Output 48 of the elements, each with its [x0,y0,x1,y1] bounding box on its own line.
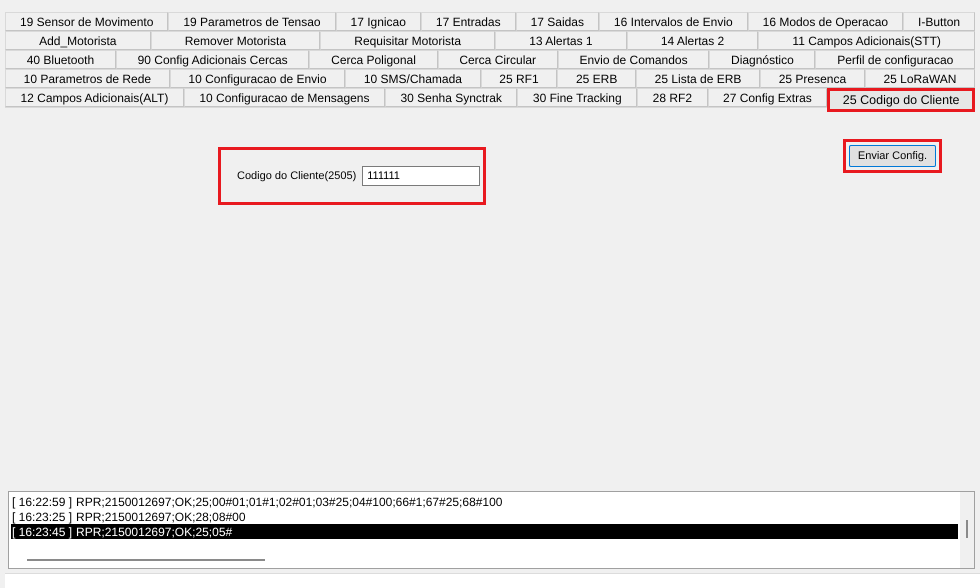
tab[interactable]: 40 Bluetooth [5,50,116,69]
tab[interactable]: Add_Motorista [5,31,151,50]
tab[interactable]: 25 Lista de ERB [636,69,760,88]
tab[interactable]: Envio de Comandos [558,50,710,69]
tab[interactable]: 25 Presenca [760,69,865,88]
log-message: RPR;2150012697;OK;25;00#01;01#1;02#01;03#25;04#100;66#1;67#25;68#100 [76,494,502,508]
log-message: RPR;2150012697;OK;25;05# [76,524,232,538]
tab[interactable]: 17 Entradas [420,12,516,31]
tab[interactable]: 30 Senha Synctrak [385,88,518,107]
tab[interactable]: 14 Alertas 2 [626,31,758,50]
log-message: RPR;2150012697;OK;28;08#00 [76,510,246,524]
tab[interactable]: 25 Codigo do Cliente [827,88,976,112]
tab[interactable]: 25 LoRaWAN [864,69,976,88]
tab[interactable]: 17 Ignicao [336,12,421,31]
client-code-field[interactable]: 111111 [362,166,480,186]
tab[interactable]: Diagnóstico [709,50,816,69]
log-time: [ 16:22:59 ] [12,494,72,508]
field-label: Codigo do Cliente(2505) [237,170,356,182]
tab[interactable]: 10 Parametros de Rede [5,69,170,88]
tab[interactable]: 10 Configuracao de Mensagens [184,88,385,107]
tab[interactable]: 19 Sensor de Movimento [5,12,168,31]
log-time: [ 16:23:45 ] [12,524,72,538]
tab[interactable]: 27 Config Extras [708,88,828,107]
send-config-button[interactable]: Enviar Config. [848,145,936,167]
tab[interactable]: Cerca Poligonal [309,50,438,69]
tab[interactable]: 30 Fine Tracking [517,88,638,107]
tab[interactable]: 28 RF2 [637,88,708,107]
log-time: [ 16:23:25 ] [12,510,72,524]
tab[interactable]: 25 ERB [557,69,636,88]
tab[interactable]: 90 Config Adicionais Cercas [116,50,310,69]
log-row[interactable]: [ 16:23:45 ] RPR;2150012697;OK;25;05# [11,524,958,539]
tab[interactable]: Cerca Circular [438,50,558,69]
tab[interactable]: 19 Parametros de Tensao [168,12,336,31]
tab[interactable]: 10 SMS/Chamada [345,69,481,88]
tab[interactable]: 10 Configuracao de Envio [170,69,346,88]
tab[interactable]: 11 Campos Adicionais(STT) [758,31,976,50]
tab[interactable]: Requisitar Motorista [320,31,496,50]
tab[interactable]: Perfil de configuracao [815,50,976,69]
vertical-scrollbar[interactable] [966,520,968,538]
tab[interactable]: 25 RF1 [480,69,558,88]
tab[interactable]: 16 Modos de Operacao [748,12,904,31]
tab[interactable]: 13 Alertas 1 [495,31,627,50]
tab[interactable]: Remover Motorista [150,31,320,50]
tab[interactable]: 12 Campos Adicionais(ALT) [5,88,184,107]
tab[interactable]: 17 Saidas [516,12,599,31]
horizontal-scrollbar[interactable] [27,559,265,561]
tab[interactable]: 16 Intervalos de Envio [598,12,748,31]
tab[interactable]: I-Button [903,12,976,31]
